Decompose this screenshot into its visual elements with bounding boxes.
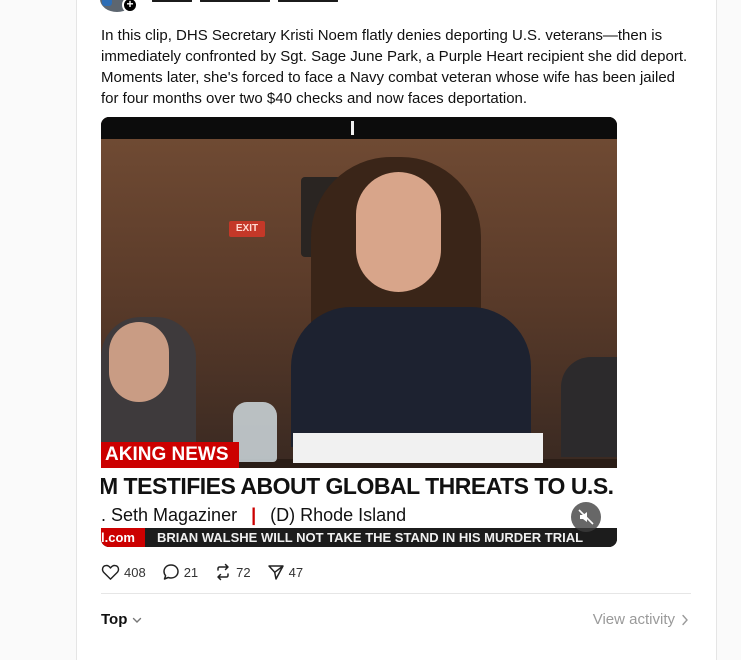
- send-icon: [267, 565, 284, 580]
- sort-dropdown[interactable]: Top: [101, 611, 142, 628]
- chevron-right-icon: [682, 614, 688, 625]
- exit-sign: EXIT: [229, 221, 265, 237]
- video-player[interactable]: EXIT AKING NEWS M TESTIFIES ABOUT GLOBAL…: [101, 117, 617, 547]
- repost-button[interactable]: 72: [214, 563, 251, 581]
- speaker-muted-icon: [578, 509, 594, 525]
- person-left-face: [109, 322, 169, 402]
- mute-button[interactable]: [571, 502, 601, 532]
- ticker-site: l.com: [101, 528, 145, 547]
- action-bar: 408 21 72 47: [101, 562, 319, 582]
- cursor-mark: [351, 121, 354, 135]
- reply-button[interactable]: 21: [162, 563, 198, 581]
- video-top-bar: [101, 117, 617, 139]
- reply-count: 21: [183, 564, 199, 580]
- ticker-text: BRIAN WALSHE WILL NOT TAKE THE STAND IN …: [156, 530, 584, 545]
- news-subline: . Seth Magaziner | (D) Rhode Island: [101, 504, 617, 528]
- view-activity-label: View activity: [592, 611, 675, 628]
- like-button[interactable]: 408: [101, 563, 146, 581]
- repost-icon: [217, 563, 229, 581]
- chevron-down-icon: [133, 617, 142, 623]
- speaker-face: [356, 172, 441, 292]
- author-name-cutoff: [152, 0, 382, 2]
- water-bottle: [233, 402, 277, 462]
- news-headline: M TESTIFIES ABOUT GLOBAL THREATS TO U.S.…: [101, 468, 617, 504]
- subline-state: (D) Rhode Island: [270, 505, 407, 525]
- breaking-news-label: AKING NEWS: [101, 442, 239, 468]
- heart-icon: [101, 564, 120, 580]
- sort-label: Top: [101, 611, 128, 628]
- comment-icon: [162, 564, 179, 580]
- subline-name: . Seth Magaziner: [101, 505, 238, 525]
- person-right: [561, 357, 617, 457]
- view-activity-link[interactable]: View activity: [593, 611, 689, 628]
- speaker-body: [291, 307, 531, 447]
- like-count: 408: [124, 564, 146, 580]
- post-text: In this clip, DHS Secretary Kristi Noem …: [101, 27, 688, 107]
- news-ticker: l.com BRIAN WALSHE WILL NOT TAKE THE STAN…: [101, 528, 617, 547]
- share-count: 47: [288, 564, 304, 580]
- divider: [101, 593, 691, 594]
- repost-count: 72: [236, 564, 251, 580]
- share-button[interactable]: 47: [267, 563, 303, 581]
- avatar-image: [102, 0, 112, 6]
- nameplate: [293, 433, 543, 463]
